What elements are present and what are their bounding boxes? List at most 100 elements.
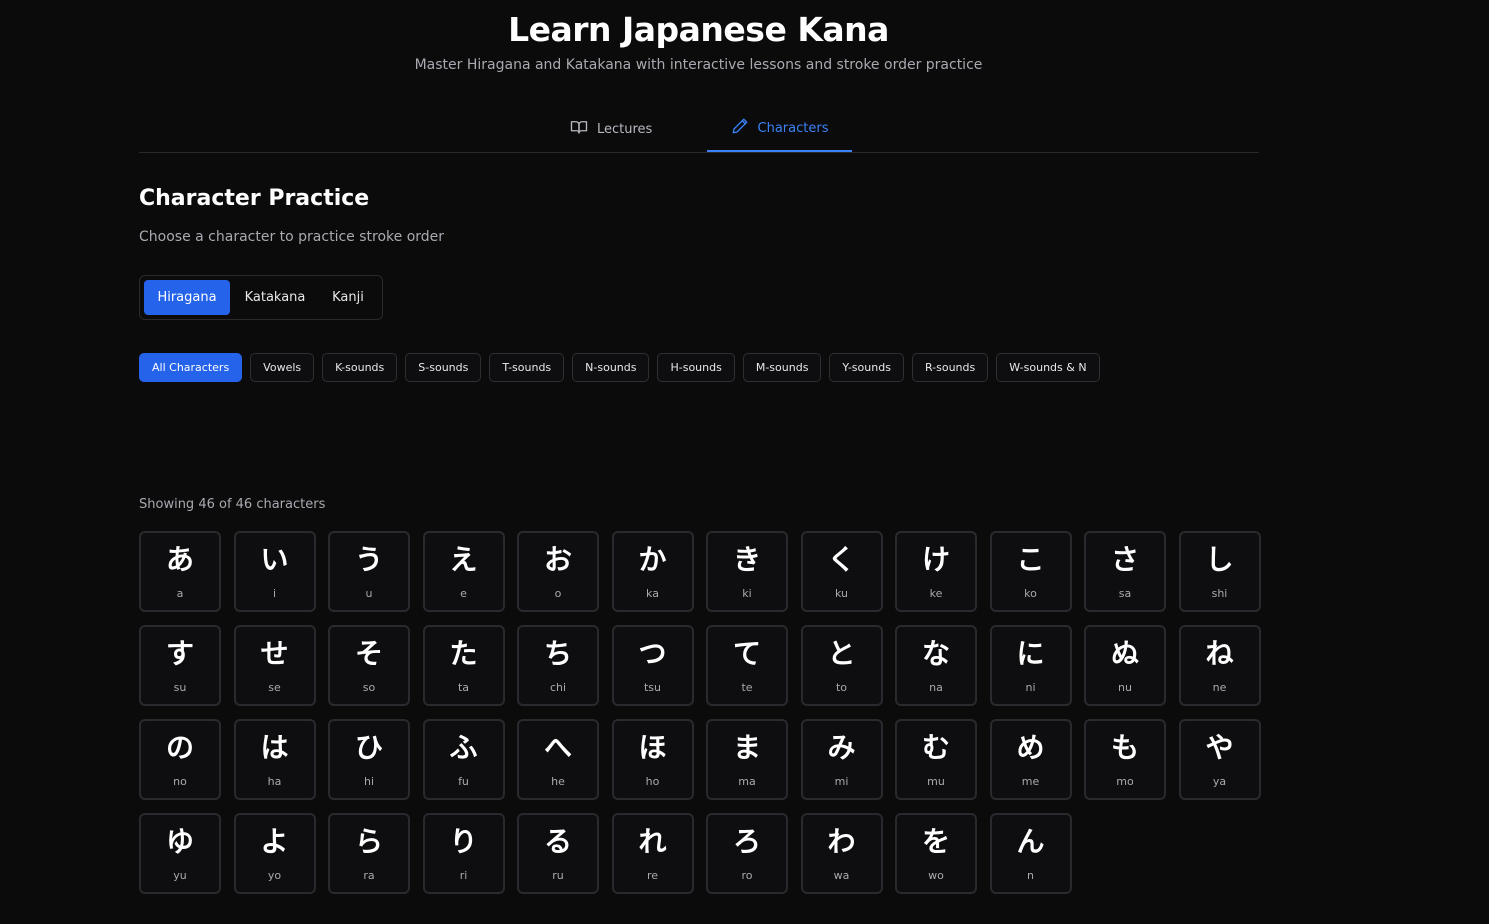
romaji-label: tsu: [643, 681, 661, 694]
kana-glyph: る: [543, 825, 572, 858]
romaji-label: u: [365, 587, 373, 600]
kana-glyph: む: [921, 731, 950, 764]
romaji-label: re: [646, 869, 659, 882]
character-card[interactable]: へ he: [517, 719, 599, 800]
character-card[interactable]: おo: [517, 531, 599, 612]
filter-chip[interactable]: K-sounds: [322, 353, 398, 382]
kana-glyph: く: [827, 543, 856, 576]
romaji-label: ro: [741, 869, 753, 882]
character-card[interactable]: えe: [422, 531, 505, 612]
romaji-label: te: [741, 681, 753, 694]
filter-chip[interactable]: T-sounds: [489, 353, 565, 382]
character-card[interactable]: と to: [800, 625, 883, 706]
character-card[interactable]: く ku: [800, 531, 883, 612]
character-card[interactable]: ろ ro: [706, 813, 788, 894]
character-card[interactable]: け ke: [895, 531, 977, 612]
romaji-label: wa: [833, 869, 850, 882]
character-card[interactable]: ひ hi: [328, 719, 410, 800]
romaji-label: n: [1027, 869, 1034, 882]
character-card[interactable]: ぬ nu: [1084, 625, 1166, 706]
character-card[interactable]: の no: [139, 719, 221, 800]
kana-glyph: ぬ: [1110, 637, 1139, 670]
character-card[interactable]: む mu: [895, 719, 977, 800]
character-card[interactable]: も mo: [1084, 719, 1166, 800]
kana-glyph: そ: [354, 637, 383, 670]
filter-chip[interactable]: Y-sounds: [829, 353, 904, 382]
character-card[interactable]: き ki: [706, 531, 788, 612]
character-card[interactable]: いi: [233, 531, 316, 612]
script-katakana-button[interactable]: Katakana: [238, 280, 312, 315]
filter-chip[interactable]: H-sounds: [657, 353, 735, 382]
script-switch: Hiragana Katakana Kanji: [139, 275, 383, 320]
character-card[interactable]: か ka: [611, 531, 694, 612]
kana-glyph: み: [827, 731, 856, 764]
filter-chip[interactable]: S-sounds: [405, 353, 482, 382]
character-card[interactable]: そ so: [328, 625, 410, 706]
character-card[interactable]: を wo: [895, 813, 977, 894]
romaji-label: no: [173, 775, 187, 788]
character-card[interactable]: ふ fu: [422, 719, 505, 800]
romaji-label: su: [173, 681, 187, 694]
kana-glyph: ひ: [354, 731, 383, 764]
character-card[interactable]: ら ra: [328, 813, 410, 894]
romaji-label: yu: [173, 869, 187, 882]
character-card[interactable]: ち chi: [517, 625, 599, 706]
romaji-label: me: [1021, 775, 1040, 788]
character-card[interactable]: さ sa: [1084, 531, 1166, 612]
filter-chip[interactable]: W-sounds & N: [996, 353, 1100, 382]
kana-glyph: ま: [732, 731, 761, 764]
character-card[interactable]: ゆ yu: [139, 813, 221, 894]
character-card[interactable]: ね ne: [1178, 625, 1261, 706]
filter-chip[interactable]: M-sounds: [742, 353, 822, 382]
tab-characters[interactable]: Characters: [707, 106, 852, 152]
page: Learn Japanese Kana Master Hiragana and …: [0, 0, 1489, 924]
romaji-label: he: [551, 775, 565, 788]
filter-chip[interactable]: N-sounds: [572, 353, 650, 382]
kana-glyph: わ: [827, 825, 856, 858]
romaji-label: fu: [458, 775, 469, 788]
kana-glyph: ね: [1205, 637, 1234, 670]
filter-chip[interactable]: All Characters: [139, 353, 243, 382]
character-card[interactable]: わ wa: [800, 813, 883, 894]
character-card[interactable]: て te: [706, 625, 788, 706]
romaji-label: wo: [928, 869, 944, 882]
romaji-label: mo: [1116, 775, 1134, 788]
character-card[interactable]: よ yo: [233, 813, 316, 894]
character-card[interactable]: れ re: [611, 813, 694, 894]
character-card[interactable]: んn: [989, 813, 1072, 894]
character-card[interactable]: し shi: [1178, 531, 1261, 612]
kana-glyph: を: [921, 825, 950, 858]
character-card[interactable]: は ha: [233, 719, 316, 800]
romaji-label: ni: [1025, 681, 1036, 694]
character-card[interactable]: た ta: [422, 625, 505, 706]
script-hiragana-button[interactable]: Hiragana: [144, 280, 230, 315]
character-card[interactable]: こ ko: [989, 531, 1072, 612]
character-card[interactable]: り ri: [422, 813, 505, 894]
page-title: Learn Japanese Kana: [508, 10, 889, 49]
romaji-label: ru: [552, 869, 564, 882]
character-card[interactable]: や ya: [1178, 719, 1261, 800]
romaji-label: mi: [834, 775, 849, 788]
character-card[interactable]: る ru: [517, 813, 599, 894]
kana-glyph: て: [732, 637, 761, 670]
character-card[interactable]: せ se: [233, 625, 316, 706]
character-card[interactable]: な na: [895, 625, 977, 706]
character-card[interactable]: み mi: [800, 719, 883, 800]
character-card[interactable]: あa: [139, 531, 221, 612]
character-card[interactable]: つ tsu: [611, 625, 694, 706]
romaji-label: sa: [1118, 587, 1132, 600]
character-card[interactable]: ほ ho: [611, 719, 694, 800]
character-card[interactable]: うu: [328, 531, 410, 612]
script-kanji-button[interactable]: Kanji: [324, 280, 372, 315]
kana-glyph: せ: [260, 637, 289, 670]
filter-chip[interactable]: R-sounds: [911, 353, 989, 382]
character-card[interactable]: め me: [989, 719, 1072, 800]
kana-glyph: ち: [543, 637, 572, 670]
character-card[interactable]: ま ma: [706, 719, 788, 800]
tab-lectures[interactable]: Lectures: [570, 106, 652, 152]
character-card[interactable]: す su: [139, 625, 221, 706]
character-card[interactable]: に ni: [989, 625, 1072, 706]
kana-glyph: も: [1110, 731, 1139, 764]
filter-chip[interactable]: Vowels: [250, 353, 315, 382]
romaji-label: na: [929, 681, 943, 694]
